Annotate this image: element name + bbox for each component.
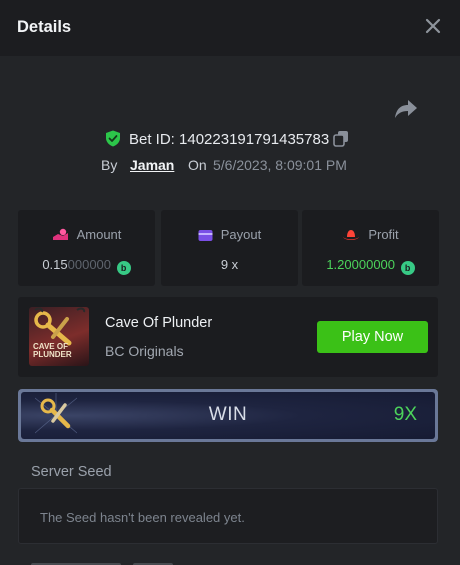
payout-card: Payout 9 x xyxy=(161,210,298,286)
game-thumbnail[interactable]: CAVE OF PLUNDER xyxy=(29,307,89,366)
result-multiplier: 9X xyxy=(393,404,417,425)
username-link[interactable]: Jaman xyxy=(130,157,174,173)
game-card: CAVE OF PLUNDER Cave Of Plunder BC Origi… xyxy=(18,297,438,377)
server-seed-message: The Seed hasn't been revealed yet. xyxy=(40,510,245,525)
profit-label: Profit xyxy=(368,227,399,242)
profit-value: 1.2 xyxy=(326,257,345,272)
amount-value: 0.15 xyxy=(42,257,68,272)
game-thumbnail-text: CAVE OF PLUNDER xyxy=(33,342,72,359)
page-title: Details xyxy=(17,18,72,36)
by-label: By xyxy=(101,157,118,173)
wallet-icon xyxy=(198,230,213,241)
next-section-peek xyxy=(31,560,331,565)
result-label: WIN xyxy=(208,404,248,425)
cowboy-hat-icon xyxy=(343,230,360,240)
amount-label: Amount xyxy=(76,227,122,242)
bcd-coin-icon: b xyxy=(400,261,415,275)
share-icon[interactable] xyxy=(394,97,418,119)
server-seed-box: The Seed hasn't been revealed yet. xyxy=(18,488,438,544)
close-icon[interactable] xyxy=(421,14,445,38)
game-name[interactable]: Cave Of Plunder xyxy=(105,315,212,331)
on-label: On xyxy=(188,157,207,173)
details-header: Details xyxy=(0,0,460,56)
game-provider: BC Originals xyxy=(105,343,184,359)
bet-id: Bet ID: 140223191791435783 xyxy=(129,131,330,148)
server-seed-label: Server Seed xyxy=(31,464,112,480)
bet-date: 5/6/2023, 8:09:01 PM xyxy=(213,157,347,173)
money-bag-icon xyxy=(52,228,68,240)
shield-check-icon xyxy=(106,130,120,147)
play-now-button[interactable]: Play Now xyxy=(317,321,428,353)
copy-icon[interactable] xyxy=(333,130,349,147)
payout-value: 9 x xyxy=(220,257,239,272)
amount-card: Amount 0.15000000 b xyxy=(18,210,155,286)
treasure-key-icon xyxy=(34,307,86,346)
result-banner: WIN 9X xyxy=(18,389,438,442)
bcd-coin-icon: b xyxy=(116,261,131,275)
profit-value-decimals: 0000000 xyxy=(344,257,396,272)
profit-card: Profit 1.20000000 b xyxy=(302,210,439,286)
amount-value-decimals: 000000 xyxy=(67,257,112,272)
payout-label: Payout xyxy=(220,227,262,242)
